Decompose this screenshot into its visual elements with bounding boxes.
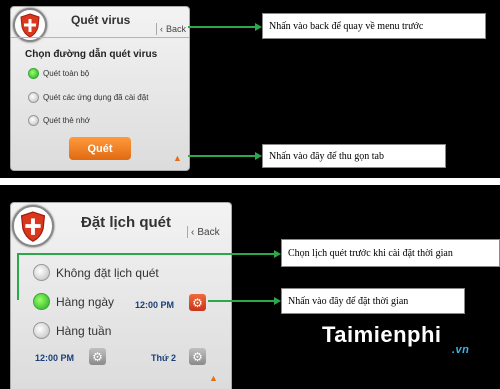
option-no-schedule[interactable]: Không đặt lịch quét bbox=[33, 264, 159, 281]
option-label: Hàng tuần bbox=[56, 323, 112, 338]
brand-name: Taimienphi bbox=[322, 322, 442, 347]
radio-unselected[interactable] bbox=[28, 92, 39, 103]
brand-suffix: .vn bbox=[452, 344, 470, 356]
divider bbox=[11, 37, 189, 38]
chevron-left-icon: ‹ bbox=[160, 24, 163, 34]
back-label: Back bbox=[166, 24, 187, 34]
section-separator bbox=[0, 178, 500, 185]
scan-button[interactable]: Quét bbox=[69, 137, 131, 160]
chevron-up-icon[interactable]: ▲ bbox=[173, 153, 182, 163]
option-daily[interactable]: Hàng ngày bbox=[33, 293, 114, 310]
callout-arrow bbox=[17, 253, 275, 255]
option-label: Quét các ứng dụng đã cài đặt bbox=[43, 93, 149, 102]
radio-unselected[interactable] bbox=[33, 322, 50, 339]
radio-selected[interactable] bbox=[28, 68, 39, 79]
option-scan-installed-apps[interactable]: Quét các ứng dụng đã cài đặt bbox=[28, 92, 148, 103]
option-label: Quét thẻ nhớ bbox=[43, 116, 91, 125]
callout-arrow bbox=[208, 300, 275, 302]
option-label: Hàng ngày bbox=[56, 294, 115, 309]
brand-logo: Taimienphi .vn bbox=[322, 322, 469, 356]
option-label: Không đặt lịch quét bbox=[56, 265, 159, 280]
radio-unselected[interactable] bbox=[33, 264, 50, 281]
radio-selected[interactable] bbox=[33, 293, 50, 310]
arrow-head-icon bbox=[255, 23, 262, 31]
chevron-left-icon: ‹ bbox=[191, 226, 195, 238]
option-label: Quét toàn bộ bbox=[43, 69, 90, 78]
divider bbox=[156, 23, 157, 35]
callout-back: Nhấn vào back để quay về menu trước bbox=[262, 13, 486, 39]
panel-title: Đặt lịch quét bbox=[81, 214, 172, 231]
gear-icon[interactable]: ⚙ bbox=[189, 294, 206, 311]
arrow-head-icon bbox=[274, 250, 281, 258]
callout-arrow bbox=[188, 26, 256, 28]
chevron-up-icon[interactable]: ▲ bbox=[209, 373, 218, 383]
callout-connector bbox=[17, 253, 19, 300]
option-weekly[interactable]: Hàng tuần bbox=[33, 322, 111, 339]
schedule-scan-panel: Đặt lịch quét ‹ Back Không đặt lịch quét… bbox=[10, 202, 232, 389]
arrow-head-icon bbox=[255, 152, 262, 160]
panel-title: Quét virus bbox=[71, 13, 131, 27]
shield-icon bbox=[12, 205, 54, 247]
back-label: Back bbox=[197, 226, 220, 238]
callout-choose-schedule: Chọn lịch quét trước khi cài đặt thời gi… bbox=[281, 239, 500, 267]
back-button[interactable]: ‹ Back bbox=[187, 226, 220, 238]
back-button[interactable]: ‹ Back bbox=[156, 23, 186, 35]
callout-arrow bbox=[188, 155, 256, 157]
option-scan-all[interactable]: Quét toàn bộ bbox=[28, 68, 89, 79]
virus-scan-panel: Quét virus ‹ Back Chọn đường dẫn quét vi… bbox=[10, 6, 190, 171]
scan-path-heading: Chọn đường dẫn quét virus bbox=[25, 49, 158, 60]
weekly-time[interactable]: 12:00 PM bbox=[35, 353, 74, 363]
weekly-day[interactable]: Thứ 2 bbox=[151, 353, 176, 363]
daily-time[interactable]: 12:00 PM bbox=[135, 300, 174, 310]
divider bbox=[187, 226, 188, 238]
callout-set-time: Nhấn vào đây để đặt thời gian bbox=[281, 288, 465, 314]
gear-icon[interactable]: ⚙ bbox=[89, 348, 106, 365]
gear-icon[interactable]: ⚙ bbox=[189, 348, 206, 365]
radio-unselected[interactable] bbox=[28, 115, 39, 126]
arrow-head-icon bbox=[274, 297, 281, 305]
callout-collapse: Nhấn vào đây để thu gọn tab bbox=[262, 144, 446, 168]
option-scan-memory-card[interactable]: Quét thẻ nhớ bbox=[28, 115, 90, 126]
